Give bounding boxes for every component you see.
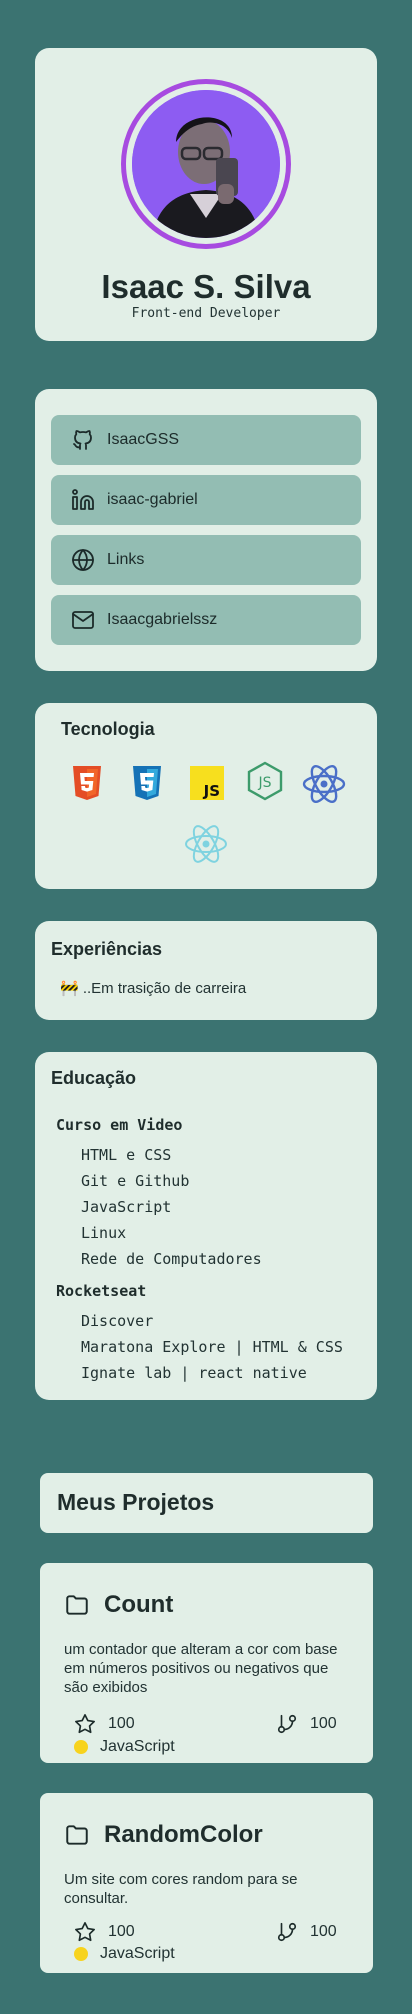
education-group-title: Rocketseat [56,1282,147,1300]
project-language: JavaScript [74,1945,175,1963]
git-branch-icon [277,1922,297,1942]
css3-icon [133,766,161,800]
experience-text: 🚧 ..Em trasição de carreira [60,980,247,997]
mail-icon [72,611,94,629]
globe-icon [72,549,94,571]
linkedin-icon [72,489,94,510]
project-name: RandomColor [104,1821,263,1848]
project-description: um contador que alteram a cor com base e… [64,1641,338,1696]
avatar-ring [121,79,291,249]
education-item: Linux [81,1224,127,1242]
project-name-row[interactable]: RandomColor [64,1821,263,1849]
education-item: Rede de Computadores [81,1250,262,1268]
project-forks[interactable]: 100 [276,1713,337,1735]
project-name: Count [104,1591,174,1618]
project-forks-count: 100 [310,1923,337,1940]
nodejs-icon: JS [247,761,283,801]
project-description: Um site com cores random para se consult… [64,1871,298,1907]
education-group-title: Curso em Video [56,1116,183,1134]
github-icon [73,430,92,450]
email-link-label: Isaacgabrielssz [107,611,218,628]
tech-title: Tecnologia [61,719,155,739]
project-forks-count: 100 [310,1715,337,1732]
avatar [132,90,280,238]
projects-header: Meus Projetos [40,1473,373,1533]
project-card[interactable]: Count um contador que alteram a cor com … [40,1563,373,1763]
svg-text:JS: JS [257,775,271,791]
html5-icon [73,766,101,800]
star-icon [75,1714,95,1734]
project-forks[interactable]: 100 [276,1921,337,1943]
linkedin-link[interactable]: isaac-gabriel [51,475,361,525]
folder-icon [66,1825,88,1845]
github-link[interactable]: IsaacGSS [51,415,361,465]
git-branch-icon [277,1714,297,1734]
project-stars-count: 100 [108,1923,135,1940]
education-item: Ignate lab | react native [81,1364,307,1382]
website-link[interactable]: Links [51,535,361,585]
profile-card: Isaac S. Silva Front-end Developer [35,48,377,341]
linkedin-link-label: isaac-gabriel [107,491,198,508]
folder-icon [66,1595,88,1615]
project-language-label: JavaScript [100,1738,175,1755]
javascript-icon: JS [190,766,224,800]
project-stars[interactable]: 100 [74,1921,135,1943]
project-language-label: JavaScript [100,1945,175,1962]
react-icon [302,765,346,803]
svg-text:JS: JS [203,782,220,800]
website-link-label: Links [107,551,145,568]
project-stars-count: 100 [108,1715,135,1732]
profile-role: Front-end Developer [131,306,281,321]
star-icon [75,1922,95,1942]
project-card[interactable]: RandomColor Um site com cores random par… [40,1793,373,1973]
experience-card: Experiências 🚧 ..Em trasição de carreira [35,921,377,1020]
project-language: JavaScript [74,1738,175,1756]
project-stars[interactable]: 100 [74,1713,135,1735]
education-item: Discover [81,1312,154,1330]
project-name-row[interactable]: Count [64,1591,173,1619]
email-link[interactable]: Isaacgabrielssz [51,595,361,645]
links-card: IsaacGSS isaac-gabriel Links Isaacgabrie… [35,389,377,671]
experience-title: Experiências [51,939,163,959]
education-item: HTML e CSS [81,1146,172,1164]
education-item: Git e Github [81,1172,190,1190]
projects-title: Meus Projetos [57,1489,215,1515]
language-color-dot [74,1947,88,1961]
education-card: Educação Curso em Video HTML e CSS Git e… [35,1052,377,1400]
github-link-label: IsaacGSS [107,431,180,448]
tech-card: Tecnologia JS JS [35,703,377,889]
avatar-photo [132,90,280,238]
language-color-dot [74,1740,88,1754]
education-item: JavaScript [81,1198,172,1216]
education-title: Educação [51,1068,137,1088]
education-item: Maratona Explore | HTML & CSS [81,1338,343,1356]
react-native-icon [185,825,227,863]
profile-name: Isaac S. Silva [101,268,311,305]
